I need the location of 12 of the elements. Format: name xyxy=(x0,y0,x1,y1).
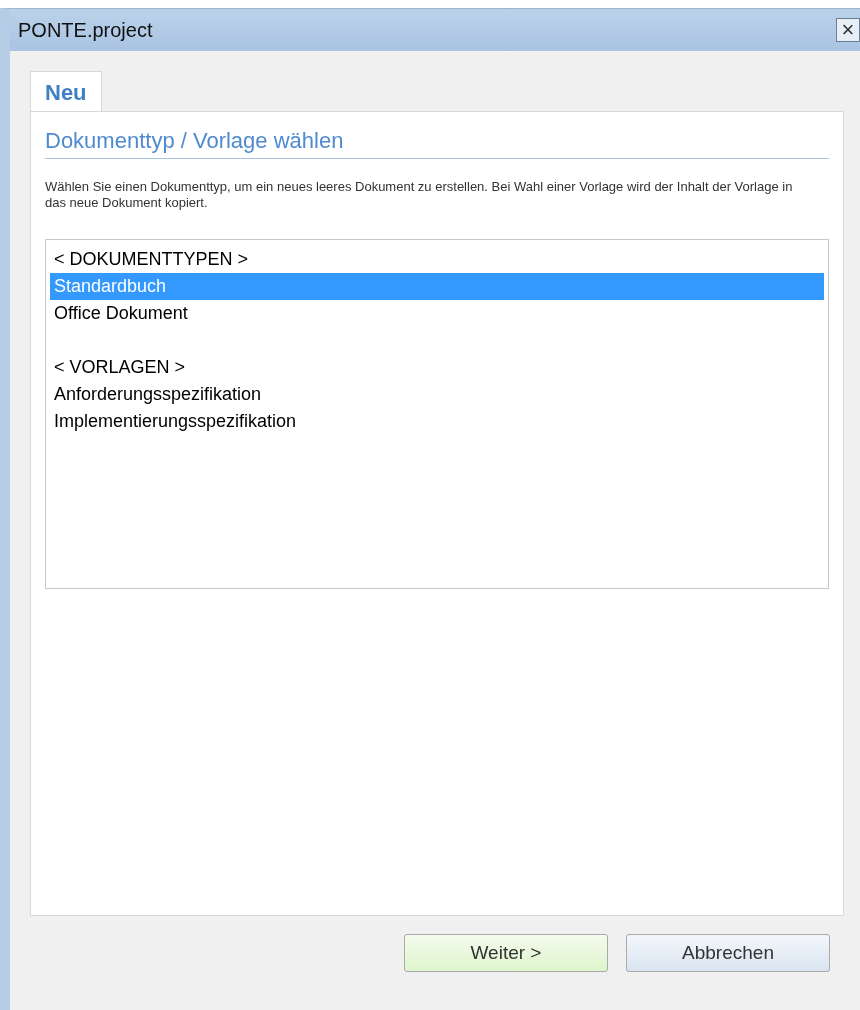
cancel-button[interactable]: Abbrechen xyxy=(626,934,830,972)
list-item[interactable]: Anforderungsspezifikation xyxy=(50,381,824,408)
list-item[interactable]: Implementierungsspezifikation xyxy=(50,408,824,435)
window-title: PONTE.project xyxy=(18,18,153,42)
tab[interactable]: Neu xyxy=(30,71,102,112)
next-button[interactable]: Weiter > xyxy=(404,934,608,972)
list-item[interactable]: Office Dokument xyxy=(50,300,824,327)
list-item[interactable]: < DOKUMENTTYPEN > xyxy=(50,246,824,273)
section-heading: Dokumenttyp / Vorlage wählen xyxy=(45,128,829,159)
description-text: Wählen Sie einen Dokumenttyp, um ein neues leeres Dokument zu erstellen. Bei Wahl einer Vorlage wird der Inhalt der Vorlage in das neue Dokument kopiert. xyxy=(45,179,794,211)
list-item[interactable]: < VORLAGEN > xyxy=(50,354,824,381)
close-button[interactable]: × xyxy=(836,18,860,42)
